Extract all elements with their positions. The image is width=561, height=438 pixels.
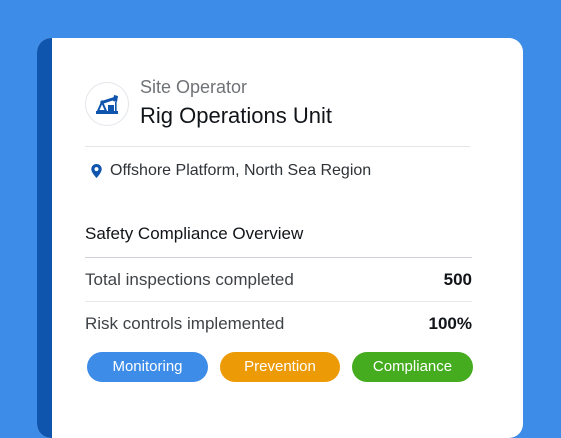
- card-title: Rig Operations Unit: [140, 103, 332, 128]
- stat-label: Total inspections completed: [85, 269, 294, 289]
- location-row: Offshore Platform, North Sea Region: [91, 161, 371, 181]
- stat-value: 100%: [428, 313, 472, 333]
- card-accent-bar: [37, 38, 52, 438]
- stat-row: Risk controls implemented 100%: [85, 301, 472, 345]
- tag-monitoring[interactable]: Monitoring: [87, 352, 208, 382]
- operator-card: Site Operator Rig Operations Unit Offsho…: [37, 38, 523, 438]
- stat-label: Risk controls implemented: [85, 313, 285, 333]
- section-title: Safety Compliance Overview: [85, 224, 304, 243]
- stat-row: Total inspections completed 500: [85, 257, 472, 301]
- tag-list: Monitoring Prevention Compliance: [87, 352, 473, 382]
- card-header: Site Operator Rig Operations Unit: [85, 77, 332, 130]
- header-divider: [85, 146, 470, 147]
- card-subtitle: Site Operator: [140, 77, 248, 97]
- location-text: Offshore Platform, North Sea Region: [110, 162, 372, 179]
- oil-pump-icon: [85, 81, 129, 126]
- stat-value: 500: [443, 269, 472, 289]
- map-pin-icon: [91, 164, 102, 178]
- tag-compliance[interactable]: Compliance: [352, 352, 473, 382]
- title-group: Site Operator Rig Operations Unit: [140, 76, 332, 130]
- tag-prevention[interactable]: Prevention: [220, 352, 340, 382]
